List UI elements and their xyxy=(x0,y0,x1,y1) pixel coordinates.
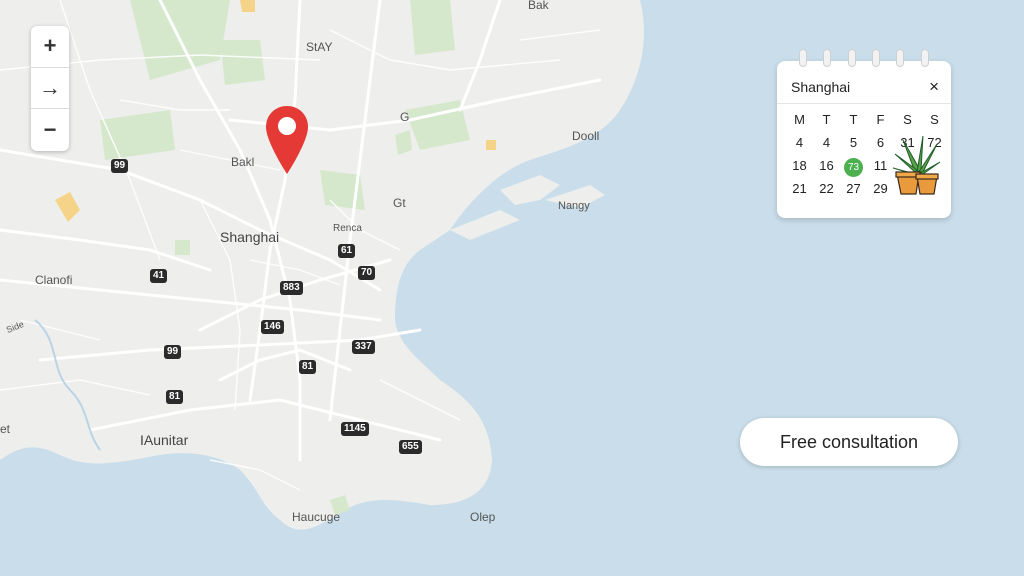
road-shield: 655 xyxy=(399,440,422,454)
calendar-day[interactable]: 21 xyxy=(786,180,813,197)
potted-plant-icon xyxy=(893,135,941,195)
road-shield: 99 xyxy=(111,159,129,173)
weekday-label: S xyxy=(903,112,912,127)
calendar-day[interactable]: 16 xyxy=(813,157,840,174)
free-consultation-button[interactable]: Free consultation xyxy=(740,418,958,466)
road-shield: 99 xyxy=(164,345,182,359)
calendar-day[interactable]: 5 xyxy=(840,134,867,151)
place-label: Gt xyxy=(393,196,406,210)
city-label-shanghai: Shanghai xyxy=(220,229,280,245)
zoom-out-button[interactable]: − xyxy=(31,109,69,151)
calendar-header: Shanghai × xyxy=(791,77,939,97)
calendar-day[interactable]: 29 xyxy=(867,180,894,197)
calendar-day-today[interactable]: 73 xyxy=(840,157,867,177)
place-label: G xyxy=(400,110,410,124)
calendar-day[interactable]: 18 xyxy=(786,157,813,174)
calendar-ring xyxy=(799,49,808,67)
map-zoom-control: + → − xyxy=(31,26,69,151)
place-label: Renca xyxy=(333,223,362,234)
place-label: et xyxy=(0,422,11,436)
road-shield: 81 xyxy=(299,360,317,374)
calendar-ring xyxy=(823,49,832,67)
weekday-label: S xyxy=(930,112,939,127)
road-shield: 81 xyxy=(166,390,184,404)
calendar-ring xyxy=(920,49,929,67)
road-shield: 1145 xyxy=(341,422,369,436)
place-label: IAunitar xyxy=(140,432,189,448)
calendar-day[interactable]: 11 xyxy=(867,157,894,174)
calendar-day[interactable]: 4 xyxy=(786,134,813,151)
calendar-binding-rings xyxy=(777,49,951,69)
weekday-label: T xyxy=(849,112,858,127)
weekday-label: M xyxy=(794,112,805,127)
calendar-ring xyxy=(896,49,905,67)
calendar-ring xyxy=(847,49,856,67)
road-shield: 61 xyxy=(338,244,356,258)
place-label: StAY xyxy=(306,40,333,54)
close-icon[interactable]: × xyxy=(929,77,939,97)
location-pin-icon[interactable] xyxy=(264,104,310,176)
calendar-day[interactable]: 6 xyxy=(867,134,894,151)
place-label: Nangy xyxy=(558,200,590,212)
calendar-title: Shanghai xyxy=(791,79,851,95)
place-label: Dooll xyxy=(572,129,600,143)
weekday-label: T xyxy=(822,112,831,127)
place-label: Bakl xyxy=(231,155,255,169)
road-shield: 41 xyxy=(150,269,168,283)
place-label: Haucuge xyxy=(292,510,341,524)
zoom-in-button[interactable]: + xyxy=(31,26,69,68)
road-shield: 70 xyxy=(358,266,376,280)
road-shield: 883 xyxy=(280,281,303,295)
calendar-day[interactable]: 22 xyxy=(813,180,840,197)
road-shield: 146 xyxy=(261,320,284,334)
divider xyxy=(777,103,951,104)
place-label: Clanofi xyxy=(35,273,73,287)
weekday-label: F xyxy=(876,112,885,127)
pan-arrow-button[interactable]: → xyxy=(31,68,69,110)
place-label: Bak xyxy=(528,0,549,12)
road-shield: 337 xyxy=(352,340,375,354)
calendar-ring xyxy=(872,49,881,67)
today-badge: 73 xyxy=(844,158,863,177)
place-label: Olep xyxy=(470,510,496,524)
calendar-day[interactable]: 27 xyxy=(840,180,867,197)
calendar-day[interactable]: 4 xyxy=(813,134,840,151)
